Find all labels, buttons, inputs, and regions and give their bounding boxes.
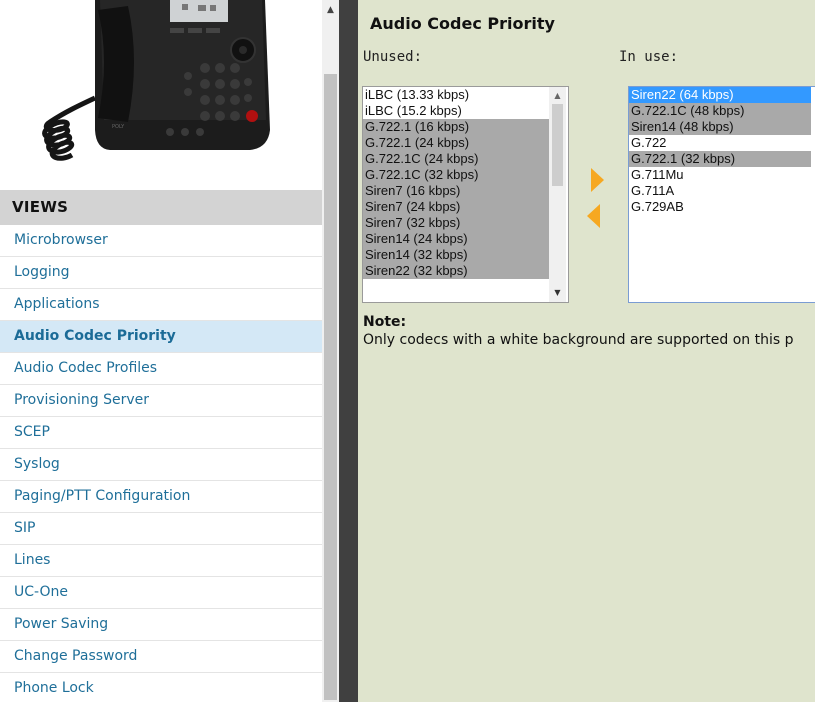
codec-option[interactable]: G.722.1C (24 kbps) xyxy=(363,151,549,167)
sidebar-item-paging-ptt-configuration[interactable]: Paging/PTT Configuration xyxy=(0,481,322,513)
sidebar-scroll-thumb[interactable] xyxy=(324,74,337,700)
main-content: Audio Codec Priority Unused: In use: iLB… xyxy=(358,0,815,702)
sidebar-item-logging[interactable]: Logging xyxy=(0,257,322,289)
codec-option[interactable]: G.722.1 (24 kbps) xyxy=(363,135,549,151)
arrow-left-icon[interactable] xyxy=(587,204,600,228)
sidebar-item-microbrowser[interactable]: Microbrowser xyxy=(0,225,322,257)
chevron-down-icon[interactable]: ▼ xyxy=(549,285,566,302)
inuse-codec-list[interactable]: Siren22 (64 kbps) G.722.1C (48 kbps) Siren… xyxy=(628,86,815,303)
note-title: Note: xyxy=(363,314,407,330)
note-text: Only codecs with a white background are … xyxy=(363,332,794,348)
page-title: Audio Codec Priority xyxy=(370,14,555,33)
codec-option[interactable]: G.711Mu xyxy=(629,167,811,183)
sidebar-item-audio-codec-priority[interactable]: Audio Codec Priority xyxy=(0,321,322,353)
sidebar-item-phone-lock[interactable]: Phone Lock xyxy=(0,673,322,702)
sidebar-item-audio-codec-profiles[interactable]: Audio Codec Profiles xyxy=(0,353,322,385)
sidebar-item-scep[interactable]: SCEP xyxy=(0,417,322,449)
sidebar-item-applications[interactable]: Applications xyxy=(0,289,322,321)
codec-option[interactable]: Siren7 (24 kbps) xyxy=(363,199,549,215)
unused-label: Unused: xyxy=(363,49,423,65)
frame-divider[interactable] xyxy=(339,0,358,702)
codec-option[interactable]: G.722.1C (48 kbps) xyxy=(629,103,811,119)
codec-option[interactable]: Siren22 (64 kbps) xyxy=(629,87,811,103)
unused-codec-list[interactable]: iLBC (13.33 kbps) iLBC (15.2 kbps) G.722.1… xyxy=(362,86,569,303)
unused-codec-options: iLBC (13.33 kbps) iLBC (15.2 kbps) G.722.1… xyxy=(363,87,549,279)
sidebar: POLY VIEWS Microbrowser Logging Applicatio… xyxy=(0,0,322,702)
arrow-right-icon[interactable] xyxy=(591,168,604,192)
unused-list-scroll-thumb[interactable] xyxy=(552,104,563,186)
codec-option[interactable]: Siren7 (16 kbps) xyxy=(363,183,549,199)
chevron-up-icon[interactable]: ▲ xyxy=(322,0,339,17)
codec-option[interactable]: iLBC (13.33 kbps) xyxy=(363,87,549,103)
codec-option[interactable]: G.722.1 (16 kbps) xyxy=(363,119,549,135)
codec-option[interactable]: Siren14 (24 kbps) xyxy=(363,231,549,247)
sidebar-nav: Microbrowser Logging Applications Audio Cod… xyxy=(0,225,322,702)
codec-option[interactable]: Siren14 (48 kbps) xyxy=(629,119,811,135)
phone-image: POLY xyxy=(0,0,322,188)
sidebar-item-syslog[interactable]: Syslog xyxy=(0,449,322,481)
chevron-up-icon[interactable]: ▲ xyxy=(549,87,566,104)
codec-option[interactable]: G.722.1C (32 kbps) xyxy=(363,167,549,183)
codec-option[interactable]: Siren7 (32 kbps) xyxy=(363,215,549,231)
sidebar-scrollbar[interactable]: ▲ xyxy=(322,0,339,702)
codec-option[interactable]: iLBC (15.2 kbps) xyxy=(363,103,549,119)
sidebar-item-provisioning-server[interactable]: Provisioning Server xyxy=(0,385,322,417)
codec-option[interactable]: Siren14 (32 kbps) xyxy=(363,247,549,263)
codec-option[interactable]: G.722.1 (32 kbps) xyxy=(629,151,811,167)
codec-option[interactable]: G.722 xyxy=(629,135,811,151)
views-header: VIEWS xyxy=(0,190,322,225)
inuse-label: In use: xyxy=(619,49,679,65)
sidebar-item-uc-one[interactable]: UC-One xyxy=(0,577,322,609)
codec-option[interactable]: G.729AB xyxy=(629,199,811,215)
codec-option[interactable]: Siren22 (32 kbps) xyxy=(363,263,549,279)
codec-option[interactable]: G.711A xyxy=(629,183,811,199)
unused-list-scrollbar[interactable]: ▲ ▼ xyxy=(549,87,566,302)
phone-brand-logo: POLY xyxy=(112,124,125,130)
inuse-codec-options: Siren22 (64 kbps) G.722.1C (48 kbps) Siren… xyxy=(629,87,815,215)
sidebar-item-lines[interactable]: Lines xyxy=(0,545,322,577)
sidebar-item-sip[interactable]: SIP xyxy=(0,513,322,545)
sidebar-item-change-password[interactable]: Change Password xyxy=(0,641,322,673)
sidebar-item-power-saving[interactable]: Power Saving xyxy=(0,609,322,641)
